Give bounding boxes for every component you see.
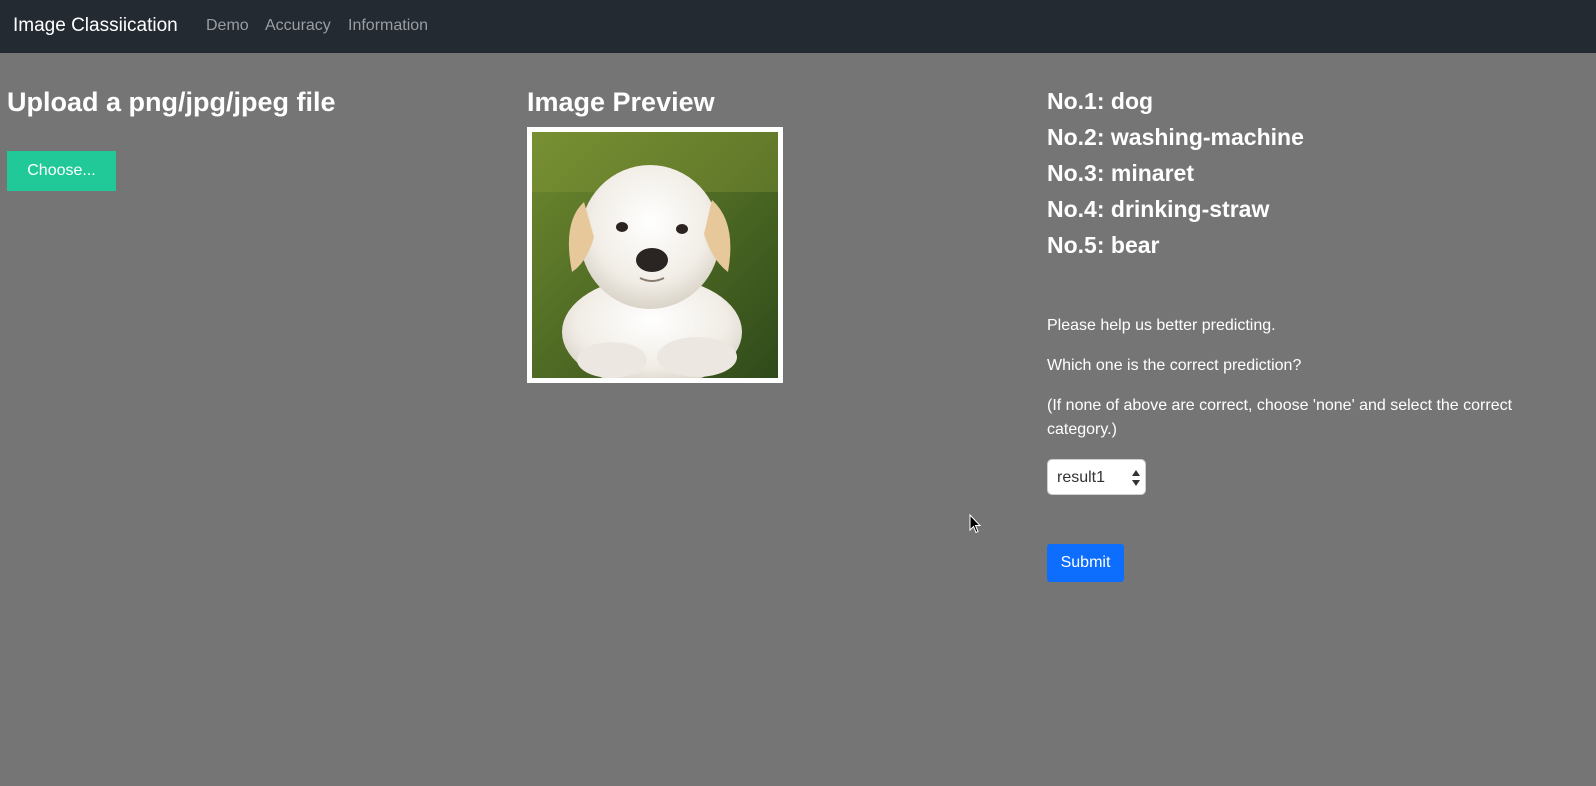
feedback-question: Which one is the correct prediction?: [1047, 357, 1302, 374]
top-navbar: Image Classiication Demo Accuracy Inform…: [0, 0, 1596, 53]
prediction-4: No.4: drinking-straw: [1047, 196, 1270, 222]
prediction-2: No.2: washing-machine: [1047, 124, 1304, 150]
feedback-prompt: Please help us better predicting.: [1047, 317, 1276, 334]
upload-title: Upload a png/jpg/jpeg file: [7, 87, 336, 117]
nav-link-demo[interactable]: Demo: [206, 17, 249, 35]
puppy-image: [532, 132, 778, 378]
submit-button[interactable]: Submit: [1047, 544, 1124, 582]
image-preview: [527, 127, 783, 383]
navbar-brand[interactable]: Image Classiication: [13, 15, 178, 37]
nav-link-accuracy[interactable]: Accuracy: [265, 17, 331, 35]
prediction-select-value: result1: [1057, 469, 1106, 486]
prediction-1: No.1: dog: [1047, 88, 1154, 114]
select-arrows-icon: [1132, 470, 1140, 486]
prediction-3: No.3: minaret: [1047, 160, 1194, 186]
nav-link-information[interactable]: Information: [348, 17, 428, 35]
mouse-cursor-icon: [969, 514, 981, 534]
preview-title: Image Preview: [527, 87, 715, 117]
feedback-instruction: (If none of above are correct, choose 'n…: [1047, 397, 1513, 438]
prediction-select[interactable]: result1: [1047, 459, 1146, 495]
choose-file-button[interactable]: Choose...: [7, 151, 116, 191]
prediction-5: No.5: bear: [1047, 232, 1160, 258]
